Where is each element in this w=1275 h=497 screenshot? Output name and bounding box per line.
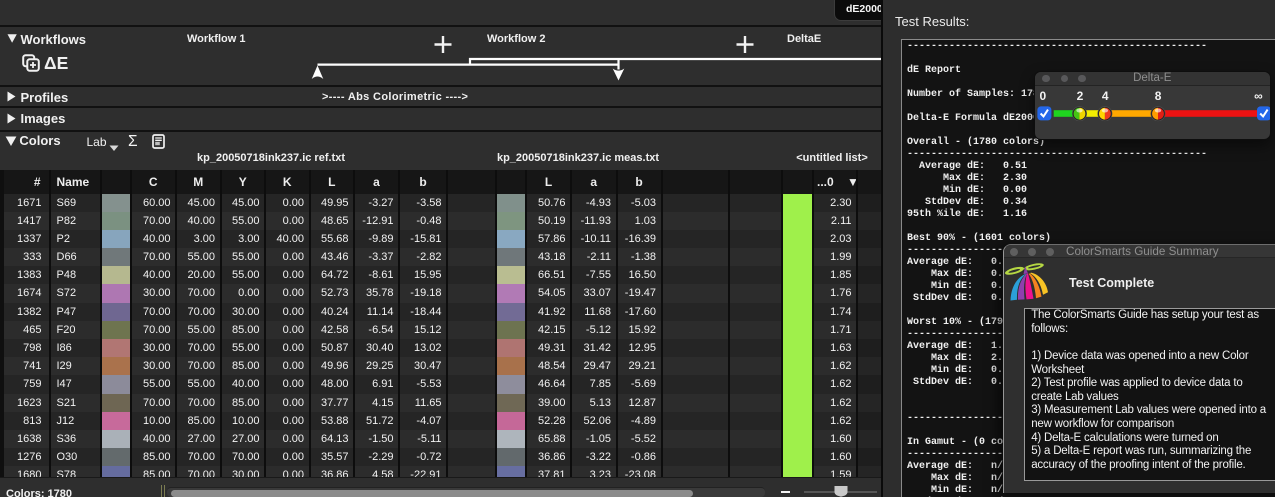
svg-text:0: 0 xyxy=(1039,89,1046,103)
svg-text:8: 8 xyxy=(1155,89,1162,103)
svg-text:∞: ∞ xyxy=(1254,89,1263,103)
svg-text:4: 4 xyxy=(1102,89,1109,103)
svg-text:2: 2 xyxy=(1077,89,1084,103)
